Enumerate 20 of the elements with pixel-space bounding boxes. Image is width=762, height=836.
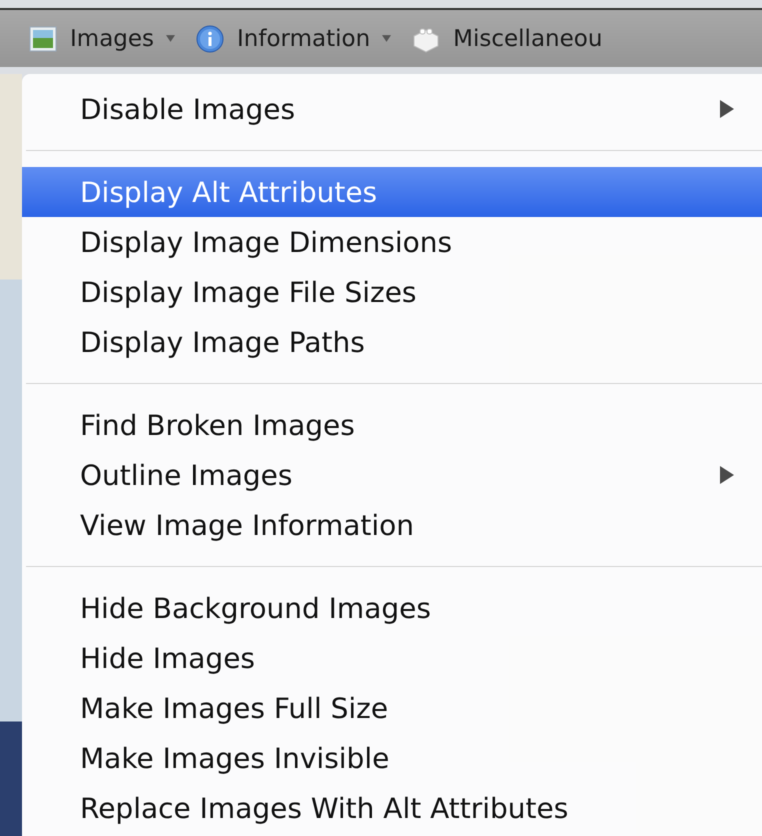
menu-item[interactable]: Find Broken Images [22,400,762,450]
menu-item[interactable]: Hide Images [22,633,762,683]
menu-item[interactable]: Display Image File Sizes [22,267,762,317]
info-icon [195,24,226,54]
picture-icon [28,24,58,54]
toolbar-menu-button[interactable]: Information [195,24,392,54]
menu-item[interactable]: Display Image Dimensions [22,217,762,267]
menu-item[interactable]: Display Alt Attributes [22,167,762,217]
menu-item[interactable]: Disable Images [22,84,762,134]
menu-item[interactable]: Make Images Full Size [22,683,762,733]
menu-item[interactable]: Hide Background Images [22,583,762,633]
menu-item[interactable]: View Image Information [22,500,762,550]
menu-item[interactable]: Replace Images With Alt Attributes [22,783,762,833]
menu-item[interactable]: Outline Images [22,450,762,500]
dropdown-caret-icon [166,35,176,42]
menu-item[interactable]: Make Images Invisible [22,733,762,783]
dropdown-caret-icon [382,35,392,42]
menu-item[interactable]: Display Image Paths [22,317,762,367]
toolbar-menu-button[interactable]: Images [28,24,176,54]
toolbar-menu-button[interactable]: Miscellaneou [411,24,602,54]
